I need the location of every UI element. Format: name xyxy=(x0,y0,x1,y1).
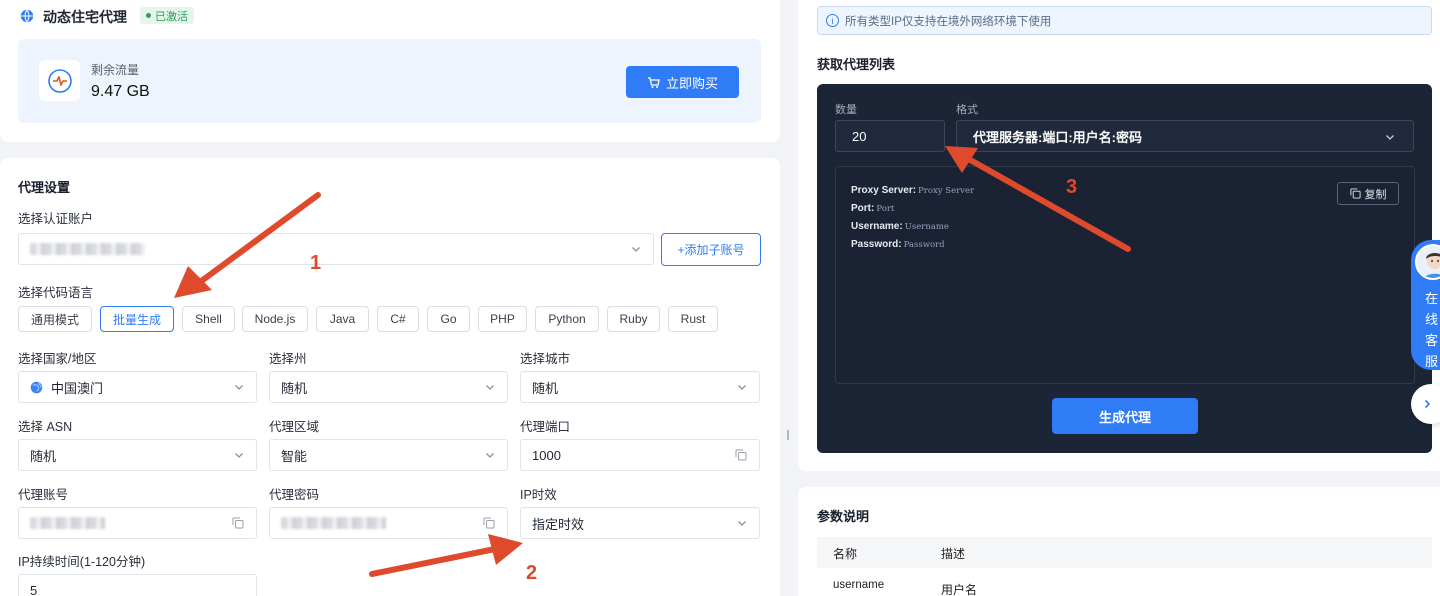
annotation-arrow-2 xyxy=(369,546,498,577)
annotation-number-2: 2 xyxy=(526,562,538,584)
annotation-arrowhead-2 xyxy=(488,534,523,565)
annotation-arrow-3 xyxy=(962,154,1131,252)
annotation-arrow-1 xyxy=(193,192,321,288)
annotation-arrows xyxy=(174,146,1131,577)
annotation-arrowhead-1 xyxy=(174,266,212,298)
annotation-number-3: 3 xyxy=(1066,176,1078,198)
annotation-number-1: 1 xyxy=(310,252,322,274)
